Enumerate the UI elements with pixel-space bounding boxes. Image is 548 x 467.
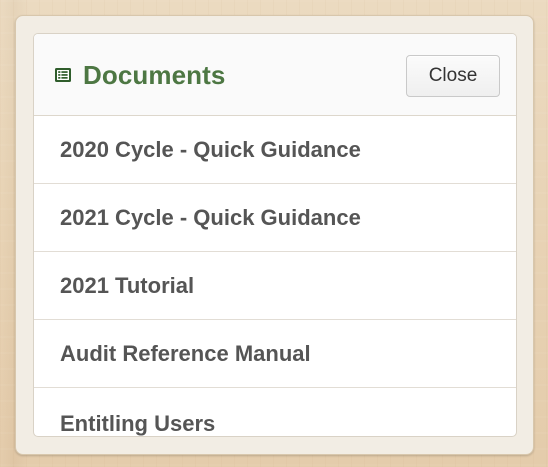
document-item-label: Audit Reference Manual bbox=[60, 340, 311, 366]
document-item-label: 2021 Tutorial bbox=[60, 272, 195, 298]
documents-panel: Documents Close 2020 Cycle - Quick Guida… bbox=[33, 33, 517, 437]
documents-list: 2020 Cycle - Quick Guidance 2021 Cycle -… bbox=[34, 116, 516, 436]
document-item-2020-cycle-quick-guidance[interactable]: 2020 Cycle - Quick Guidance bbox=[34, 116, 516, 184]
close-button[interactable]: Close bbox=[406, 55, 500, 97]
document-item-audit-reference-manual[interactable]: Audit Reference Manual bbox=[34, 320, 516, 388]
document-item-label: Entitling Users bbox=[60, 410, 216, 436]
document-item-2021-cycle-quick-guidance[interactable]: 2021 Cycle - Quick Guidance bbox=[34, 184, 516, 252]
document-item-2021-tutorial[interactable]: 2021 Tutorial bbox=[34, 252, 516, 320]
documents-modal-frame: Documents Close 2020 Cycle - Quick Guida… bbox=[15, 15, 534, 455]
document-list-icon bbox=[54, 67, 72, 83]
document-item-entitling-users[interactable]: Entitling Users bbox=[34, 388, 516, 436]
documents-panel-header: Documents Close bbox=[34, 34, 516, 116]
document-item-label: 2021 Cycle - Quick Guidance bbox=[60, 204, 361, 230]
document-item-label: 2020 Cycle - Quick Guidance bbox=[60, 136, 361, 162]
documents-title: Documents bbox=[83, 59, 226, 90]
